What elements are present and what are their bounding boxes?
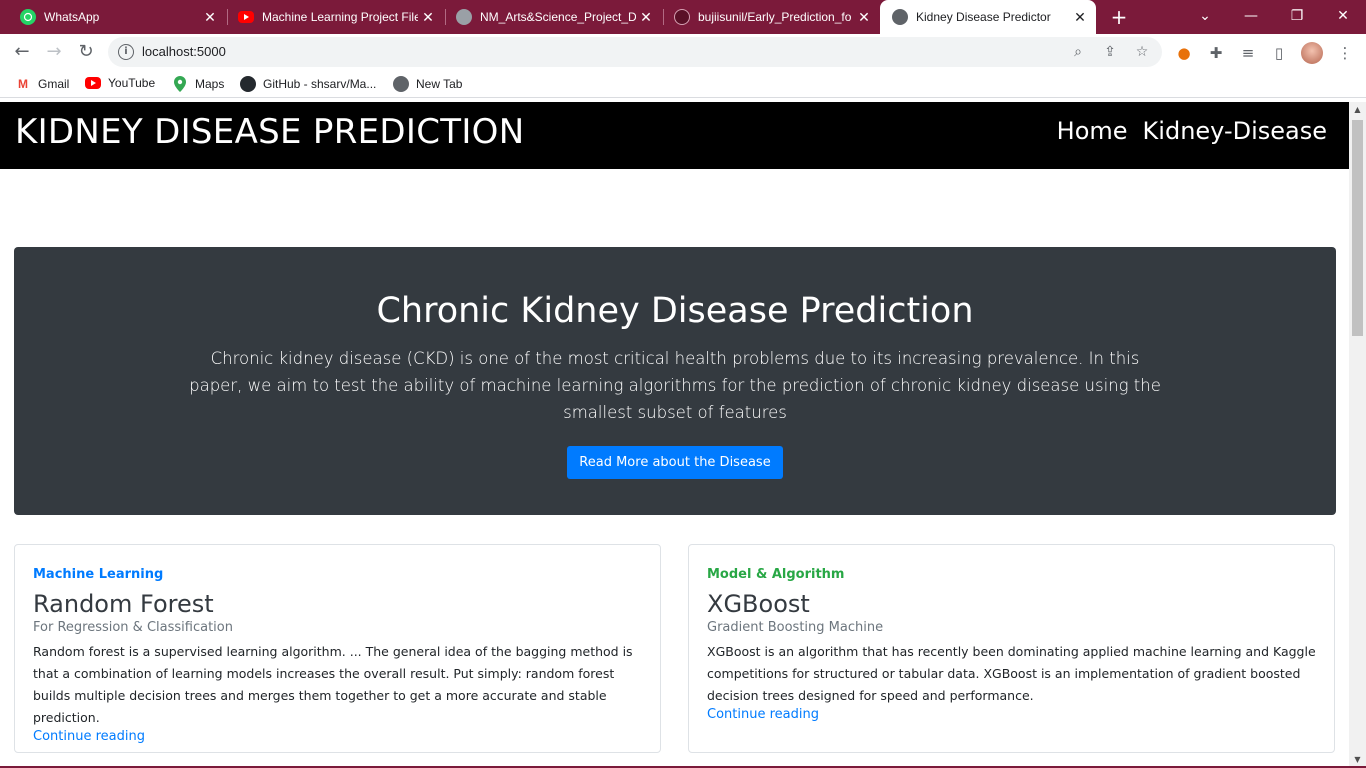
whatsapp-icon bbox=[20, 9, 36, 25]
zoom-icon[interactable]: ⌕ bbox=[1068, 42, 1088, 62]
gmail-icon: M bbox=[18, 77, 28, 91]
bookmark-label: Gmail bbox=[38, 77, 70, 91]
browser-tabstrip: WhatsApp ✕ Machine Learning Project File… bbox=[0, 0, 1366, 34]
youtube-icon bbox=[238, 11, 254, 23]
close-icon[interactable]: ✕ bbox=[1070, 9, 1090, 26]
tab-search-icon[interactable]: ⌄ bbox=[1182, 0, 1228, 34]
side-panel-icon[interactable]: ▯ bbox=[1268, 42, 1290, 64]
close-icon[interactable]: ✕ bbox=[854, 9, 874, 26]
bookmark-gmail[interactable]: M Gmail bbox=[15, 76, 69, 92]
bookmark-maps[interactable]: Maps bbox=[172, 76, 224, 92]
media-icon[interactable]: ≡ bbox=[1237, 42, 1259, 64]
site-navbar: KIDNEY DISEASE PREDICTION Home Kidney-Di… bbox=[0, 102, 1349, 169]
site-brand[interactable]: KIDNEY DISEASE PREDICTION bbox=[15, 112, 524, 152]
tab-ml-project[interactable]: Machine Learning Project File ✕ bbox=[218, 0, 444, 34]
tab-title: NM_Arts&Science_Project_Do bbox=[480, 10, 636, 24]
back-icon[interactable]: ← bbox=[10, 40, 34, 64]
tab-github-repo[interactable]: bujiisunil/Early_Prediction_fo ✕ bbox=[654, 0, 880, 34]
hero-text: Chronic kidney disease (CKD) is one of t… bbox=[189, 349, 1161, 422]
card-xgboost: Model & Algorithm XGBoost Gradient Boost… bbox=[688, 544, 1335, 753]
tab-title: Kidney Disease Predictor bbox=[916, 10, 1051, 24]
bookmark-label: New Tab bbox=[416, 77, 463, 91]
maps-icon bbox=[172, 76, 188, 92]
card-subtitle: Gradient Boosting Machine bbox=[707, 620, 884, 635]
page-viewport: KIDNEY DISEASE PREDICTION Home Kidney-Di… bbox=[0, 102, 1366, 768]
hero-jumbotron: Chronic Kidney Disease Prediction Chroni… bbox=[14, 247, 1336, 515]
card-random-forest: Machine Learning Random Forest For Regre… bbox=[14, 544, 661, 753]
card-category: Machine Learning bbox=[33, 567, 164, 582]
card-description: XGBoost is an algorithm that has recentl… bbox=[707, 644, 1316, 703]
extensions-puzzle-icon[interactable]: ✚ bbox=[1205, 42, 1227, 64]
nav-home-link[interactable]: Home bbox=[1057, 117, 1128, 145]
card-category: Model & Algorithm bbox=[707, 567, 845, 582]
tab-nm-project[interactable]: NM_Arts&Science_Project_Do ✕ bbox=[436, 0, 662, 34]
read-more-button[interactable]: Read More about the Disease bbox=[567, 446, 783, 479]
extension-fire-icon[interactable]: ● bbox=[1173, 42, 1195, 64]
close-icon[interactable]: ✕ bbox=[636, 9, 656, 26]
tab-whatsapp[interactable]: WhatsApp ✕ bbox=[0, 0, 226, 34]
bookmark-new-tab[interactable]: New Tab bbox=[393, 76, 462, 92]
new-tab-button[interactable]: + bbox=[1108, 6, 1130, 28]
page-scrollbar[interactable]: ▲ ▼ bbox=[1349, 102, 1366, 768]
youtube-icon bbox=[85, 77, 101, 89]
card-title: XGBoost bbox=[707, 590, 810, 618]
continue-reading-link[interactable]: Continue reading bbox=[33, 729, 642, 744]
card-title: Random Forest bbox=[33, 590, 214, 618]
github-icon bbox=[240, 76, 256, 92]
bookmark-label: Maps bbox=[195, 77, 225, 91]
site-nav-links: Home Kidney-Disease bbox=[1057, 117, 1327, 145]
site-info-icon[interactable]: i bbox=[118, 44, 134, 60]
bookmark-github[interactable]: GitHub - shsarv/Ma... bbox=[240, 76, 376, 92]
profile-avatar[interactable] bbox=[1301, 42, 1323, 64]
address-bar[interactable]: i localhost:5000 ⌕ ⇪ ☆ bbox=[108, 37, 1162, 67]
close-icon[interactable]: ✕ bbox=[418, 9, 438, 26]
share-icon[interactable]: ⇪ bbox=[1100, 42, 1120, 62]
github-icon bbox=[674, 9, 690, 25]
globe-icon bbox=[456, 9, 472, 25]
url-text[interactable]: localhost:5000 bbox=[142, 44, 226, 59]
globe-icon bbox=[892, 9, 908, 25]
close-window-icon[interactable]: ✕ bbox=[1320, 0, 1366, 34]
tab-title: WhatsApp bbox=[44, 10, 100, 24]
close-icon[interactable]: ✕ bbox=[200, 9, 220, 26]
reload-icon[interactable]: ↻ bbox=[74, 40, 98, 64]
scroll-up-icon[interactable]: ▲ bbox=[1349, 102, 1366, 118]
minimize-icon[interactable]: — bbox=[1228, 0, 1274, 34]
tab-title: bujiisunil/Early_Prediction_fo bbox=[698, 10, 852, 24]
bookmark-label: GitHub - shsarv/Ma... bbox=[263, 77, 377, 91]
browser-toolbar: ← → ↻ i localhost:5000 ⌕ ⇪ ☆ ● ✚ ≡ ▯ ⋮ bbox=[0, 34, 1366, 70]
tab-kidney-predictor[interactable]: Kidney Disease Predictor ✕ bbox=[880, 0, 1096, 34]
forward-icon[interactable]: → bbox=[42, 40, 66, 64]
tab-title: Machine Learning Project File bbox=[262, 10, 418, 24]
card-description: Random forest is a supervised learning a… bbox=[33, 644, 633, 725]
continue-reading-link[interactable]: Continue reading bbox=[707, 707, 1316, 722]
hero-title: Chronic Kidney Disease Prediction bbox=[376, 291, 974, 331]
bookmark-youtube[interactable]: YouTube bbox=[85, 76, 155, 90]
card-subtitle: For Regression & Classification bbox=[33, 620, 233, 635]
menu-kebab-icon[interactable]: ⋮ bbox=[1334, 42, 1356, 64]
scrollbar-thumb[interactable] bbox=[1352, 120, 1363, 336]
bookmark-label: YouTube bbox=[108, 76, 156, 90]
bookmark-star-icon[interactable]: ☆ bbox=[1132, 42, 1152, 62]
globe-icon bbox=[393, 76, 409, 92]
restore-icon[interactable]: ❐ bbox=[1274, 0, 1320, 34]
nav-kidney-disease-link[interactable]: Kidney-Disease bbox=[1143, 117, 1327, 145]
bookmarks-bar: M Gmail YouTube Maps GitHub - shsarv/Ma.… bbox=[0, 70, 1366, 98]
